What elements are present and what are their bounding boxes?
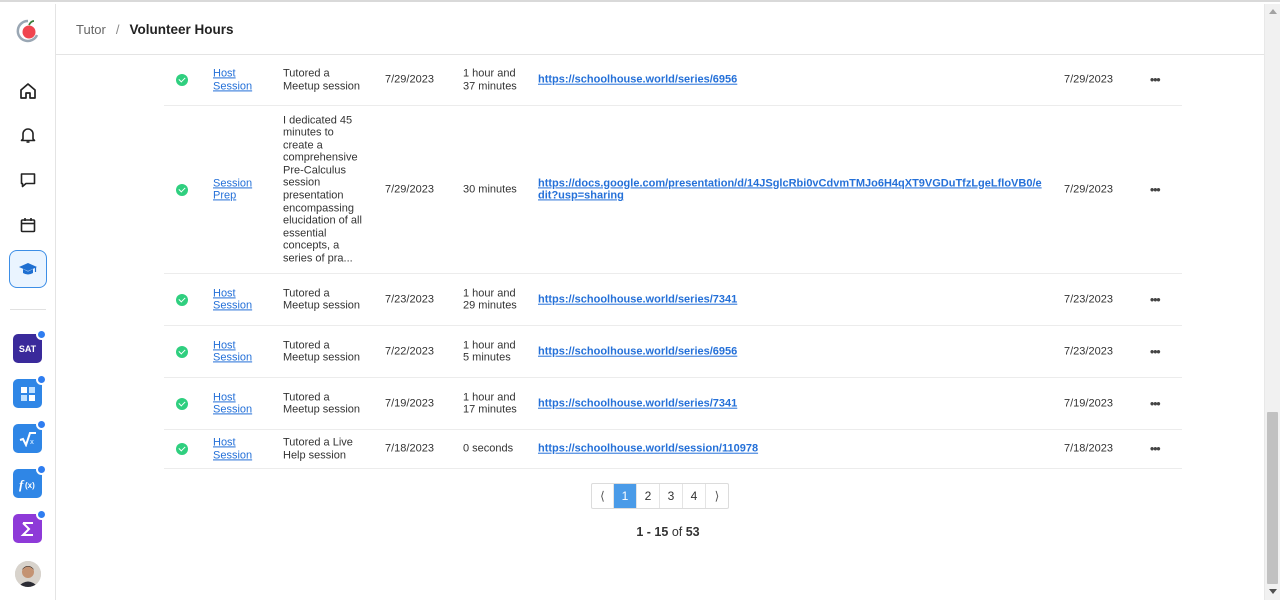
page-header: Tutor / Volunteer Hours — [56, 4, 1264, 55]
activity-description: I dedicated 45 minutes to create a compr… — [283, 113, 362, 265]
more-options-icon[interactable]: ••• — [1150, 443, 1164, 456]
table-row: Session Prep I dedicated 45 minutes to c… — [164, 106, 1182, 274]
main-content: Host Session Tutored a Meetup session 7/… — [56, 55, 1264, 600]
logged-date: 7/29/2023 — [1064, 73, 1113, 86]
prev-page-button[interactable]: ⟨ — [592, 484, 614, 508]
activity-date: 7/18/2023 — [385, 442, 434, 455]
result-total: 53 — [685, 525, 700, 539]
graduation-cap-icon[interactable] — [9, 250, 47, 288]
more-options-icon[interactable]: ••• — [1150, 293, 1164, 306]
logged-date: 7/19/2023 — [1064, 397, 1113, 410]
table-row: Host Session Tutored a Meetup session 7/… — [164, 326, 1182, 378]
activity-type-link[interactable]: Host Session — [213, 339, 268, 364]
page-button-3[interactable]: 3 — [660, 484, 683, 508]
calendar-icon[interactable] — [9, 206, 47, 244]
square-root-app-icon[interactable]: x — [13, 419, 47, 453]
activity-description: Tutored a Meetup session — [283, 338, 361, 364]
approved-check-icon — [176, 397, 188, 410]
app-frame: SAT x f (x) Tutor / Volunteer Hours Host… — [0, 0, 1280, 600]
notification-dot — [36, 464, 47, 475]
approved-check-icon — [176, 443, 188, 455]
activity-type-link[interactable]: Host Session — [213, 287, 268, 312]
breadcrumb-tutor[interactable]: Tutor — [76, 22, 106, 37]
page-button-1[interactable]: 1 — [614, 484, 637, 508]
activity-duration: 1 hour and 17 minutes — [463, 390, 517, 416]
sidebar-divider — [10, 309, 46, 310]
table-row: Host Session Tutored a Live Help session… — [164, 430, 1182, 469]
activity-date: 7/23/2023 — [385, 293, 434, 306]
result-range: 1 - 15 — [636, 525, 669, 539]
activity-description: Tutored a Meetup session — [283, 67, 361, 92]
notification-dot — [36, 419, 47, 430]
bell-icon[interactable] — [9, 116, 47, 154]
approved-check-icon — [176, 74, 188, 86]
activity-type-link[interactable]: Host Session — [213, 67, 268, 92]
more-options-icon[interactable]: ••• — [1150, 74, 1164, 87]
avatar[interactable] — [15, 561, 41, 587]
activity-date: 7/29/2023 — [385, 183, 434, 196]
scrollbar-thumb[interactable] — [1267, 412, 1278, 584]
calculator-app-icon[interactable] — [13, 374, 47, 408]
activity-type-link[interactable]: Session Prep — [213, 177, 268, 202]
svg-text:x: x — [30, 439, 34, 446]
page-button-2[interactable]: 2 — [637, 484, 660, 508]
activity-duration: 1 hour and 37 minutes — [463, 67, 517, 92]
sat-app-tile[interactable]: SAT — [13, 329, 47, 363]
page-scrollbar[interactable] — [1264, 4, 1280, 600]
pagination: ⟨ 1 2 3 4 ⟩ — [591, 483, 729, 509]
approved-check-icon — [176, 345, 188, 358]
notification-dot — [36, 509, 47, 520]
function-app-icon[interactable]: f (x) — [13, 464, 47, 498]
evidence-link[interactable]: https://schoolhouse.world/series/7341 — [538, 293, 1048, 306]
logged-date: 7/29/2023 — [1064, 183, 1113, 196]
activity-date: 7/19/2023 — [385, 397, 434, 410]
activity-date: 7/29/2023 — [385, 73, 434, 86]
approved-check-icon — [176, 293, 188, 306]
sidebar: SAT x f (x) — [0, 4, 56, 600]
table-row: Host Session Tutored a Meetup session 7/… — [164, 55, 1182, 106]
table-row: Host Session Tutored a Meetup session 7/… — [164, 378, 1182, 430]
home-icon[interactable] — [9, 72, 47, 110]
activity-type-link[interactable]: Host Session — [213, 391, 268, 416]
chat-icon[interactable] — [9, 161, 47, 199]
result-of: of — [671, 525, 683, 539]
activity-description: Tutored a Meetup session — [283, 390, 361, 416]
more-options-icon[interactable]: ••• — [1150, 183, 1164, 196]
activity-description: Tutored a Meetup session — [283, 286, 361, 312]
more-options-icon[interactable]: ••• — [1150, 397, 1164, 410]
notification-dot — [36, 329, 47, 340]
activity-duration: 0 seconds — [463, 442, 514, 455]
evidence-link[interactable]: https://schoolhouse.world/session/110978 — [538, 443, 1048, 456]
approved-check-icon — [176, 183, 188, 196]
evidence-link[interactable]: https://docs.google.com/presentation/d/1… — [538, 177, 1048, 202]
activity-duration: 30 minutes — [463, 183, 517, 196]
logged-date: 7/18/2023 — [1064, 442, 1113, 455]
activity-duration: 1 hour and 5 minutes — [463, 338, 516, 364]
scroll-up-arrow-icon[interactable] — [1269, 9, 1277, 14]
result-count: 1 - 15 of 53 — [596, 525, 740, 539]
activity-type-link[interactable]: Host Session — [213, 436, 268, 461]
scroll-down-arrow-icon[interactable] — [1269, 589, 1277, 594]
breadcrumb-separator: / — [115, 21, 120, 37]
activity-date: 7/22/2023 — [385, 345, 434, 358]
activity-description: Tutored a Live Help session — [283, 436, 353, 461]
evidence-link[interactable]: https://schoolhouse.world/series/7341 — [538, 397, 1048, 410]
page-button-4[interactable]: 4 — [683, 484, 706, 508]
logged-date: 7/23/2023 — [1064, 345, 1113, 358]
notification-dot — [36, 374, 47, 385]
sigma-app-icon[interactable] — [13, 509, 47, 543]
table-row: Host Session Tutored a Meetup session 7/… — [164, 274, 1182, 326]
more-options-icon[interactable]: ••• — [1150, 345, 1164, 358]
sat-label: SAT — [18, 343, 37, 354]
schoolhouse-logo-icon[interactable] — [16, 18, 40, 44]
page-title: Volunteer Hours — [129, 21, 234, 37]
logged-date: 7/23/2023 — [1064, 293, 1113, 306]
evidence-link[interactable]: https://schoolhouse.world/series/6956 — [538, 345, 1048, 358]
evidence-link[interactable]: https://schoolhouse.world/series/6956 — [538, 74, 1048, 87]
next-page-button[interactable]: ⟩ — [706, 484, 728, 508]
svg-text:(x): (x) — [25, 481, 35, 490]
activity-duration: 1 hour and 29 minutes — [463, 286, 517, 312]
